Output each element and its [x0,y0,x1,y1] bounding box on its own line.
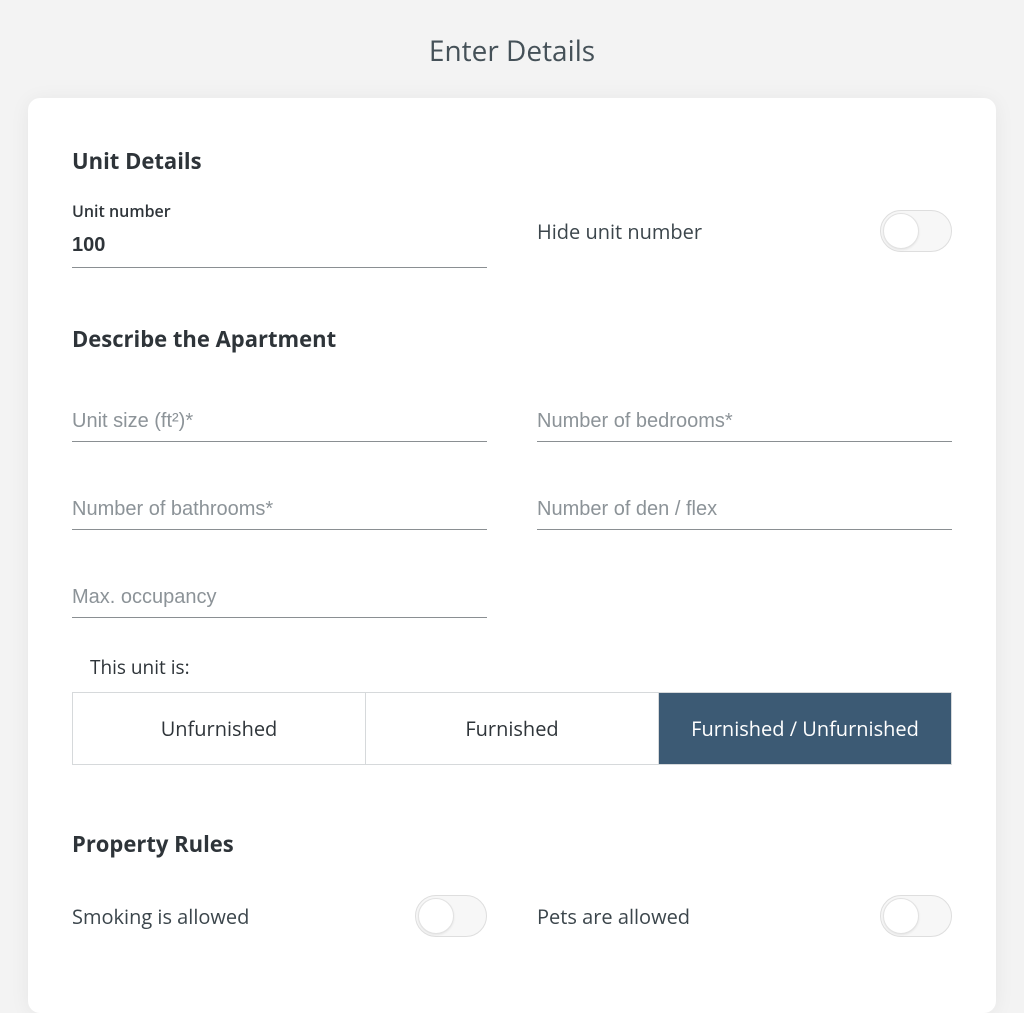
furnishing-caption: This unit is: [90,654,952,680]
hide-unit-number-label: Hide unit number [537,218,702,245]
unit-number-label: Unit number [72,200,487,222]
unit-number-field[interactable]: Unit number [72,194,487,268]
max-occupancy-field[interactable] [72,560,487,618]
smoking-label: Smoking is allowed [72,903,249,930]
details-card: Unit Details Unit number Hide unit numbe… [28,98,996,1013]
bathrooms-field[interactable] [72,472,487,530]
unit-details-heading: Unit Details [72,146,952,176]
pets-label: Pets are allowed [537,903,690,930]
unit-size-input[interactable] [72,410,487,433]
furnishing-option-furnished-unfurnished[interactable]: Furnished / Unfurnished [658,693,951,764]
page-title: Enter Details [0,0,1024,98]
pets-toggle[interactable] [880,895,952,937]
max-occupancy-input[interactable] [72,586,487,609]
pets-row: Pets are allowed [537,879,952,953]
bedrooms-field[interactable] [537,384,952,442]
furnishing-option-unfurnished[interactable]: Unfurnished [73,693,365,764]
unit-number-input[interactable] [72,234,487,257]
property-rules-heading: Property Rules [72,829,952,859]
bathrooms-input[interactable] [72,498,487,521]
bedrooms-input[interactable] [537,410,952,433]
furnishing-option-furnished[interactable]: Furnished [365,693,658,764]
smoking-toggle[interactable] [415,895,487,937]
den-flex-input[interactable] [537,498,952,521]
describe-heading: Describe the Apartment [72,324,952,354]
hide-unit-number-row: Hide unit number [537,194,952,268]
smoking-row: Smoking is allowed [72,879,487,953]
hide-unit-number-toggle[interactable] [880,210,952,252]
unit-size-field[interactable] [72,384,487,442]
furnishing-segmented[interactable]: Unfurnished Furnished Furnished / Unfurn… [72,692,952,765]
den-flex-field[interactable] [537,472,952,530]
